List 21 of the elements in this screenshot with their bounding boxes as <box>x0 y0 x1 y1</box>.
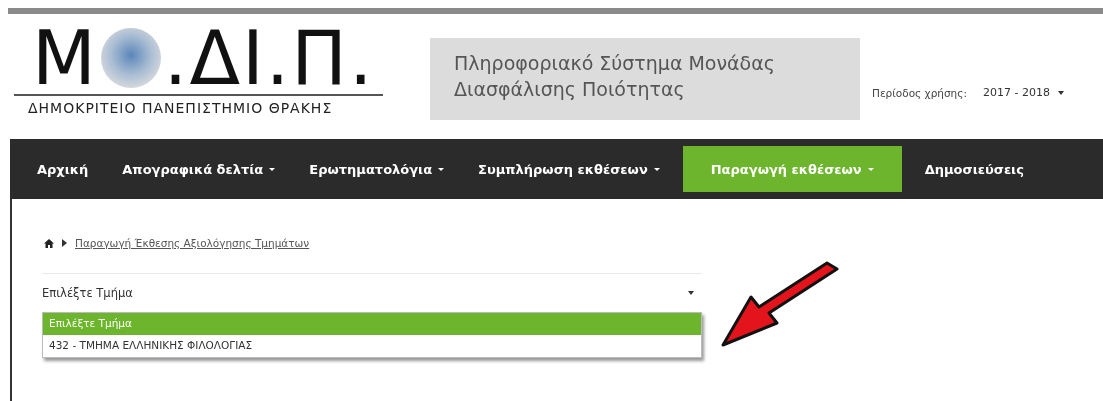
caret-icon <box>688 291 694 295</box>
caret-icon <box>269 167 276 171</box>
logo-text: Μ <box>32 22 98 94</box>
globe-icon <box>99 27 162 89</box>
caret-icon <box>867 167 874 171</box>
caret-icon <box>438 167 445 171</box>
nav-item[interactable]: Δημοσιεύσεις <box>907 146 1041 192</box>
dropdown-option[interactable]: 432 - ΤΜΗΜΑ ΕΛΛΗΝΙΚΗΣ ΦΙΛΟΛΟΓΙΑΣ <box>43 335 701 357</box>
triangle-right-icon <box>62 239 67 247</box>
logo-subtitle: ΔΗΜΟΚΡΙΤΕΙΟ ΠΑΝΕΠΙΣΤΗΜΙΟ ΘΡΑΚΗΣ <box>14 94 383 116</box>
logo-text: .ΔΙ.Π. <box>163 22 375 94</box>
period-label: Περίοδος χρήσης: <box>872 86 967 99</box>
nav-item[interactable]: Απογραφικά δελτία <box>105 146 293 192</box>
system-title: Πληροφοριακό Σύστημα Μονάδας Διασφάλισης Ποιότητας <box>430 38 860 120</box>
caret-icon <box>653 167 660 171</box>
home-icon <box>44 238 54 248</box>
caret-icon <box>1057 90 1064 95</box>
nav-item[interactable]: Συμπλήρωση εκθέσεων <box>461 146 677 192</box>
breadcrumb-link[interactable]: Παραγωγή Έκθεσης Αξιολόγησης Τμημάτων <box>75 237 310 249</box>
nav-item[interactable]: Αρχική <box>20 146 106 192</box>
nav-item[interactable]: Ερωτηματολόγια <box>292 146 462 192</box>
